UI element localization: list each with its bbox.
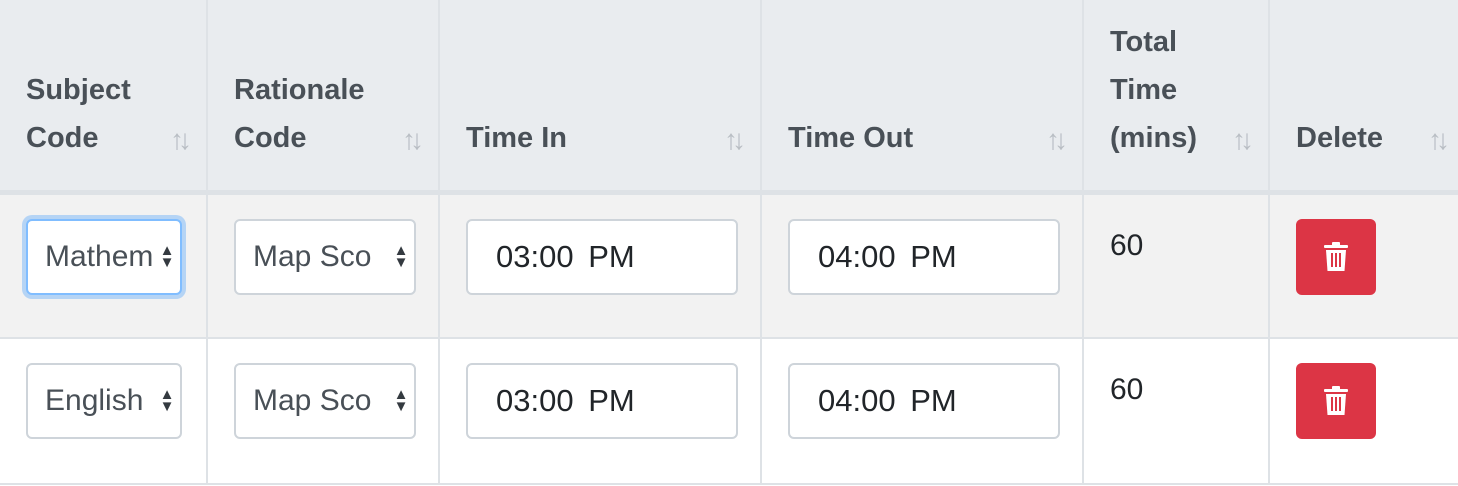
cell-time-in: 03:00 PM <box>439 192 762 339</box>
cell-total-time: 60 <box>1083 338 1270 485</box>
header-rationale-line1: Rationale <box>234 73 365 106</box>
delete-button[interactable] <box>1296 363 1376 439</box>
header-total-line2: Time <box>1110 73 1178 106</box>
header-time-out-label: Time Out <box>788 121 914 154</box>
trash-icon <box>1324 241 1348 271</box>
total-time-value: 60 <box>1110 228 1144 262</box>
rationale-code-value: Map Sco <box>253 384 372 417</box>
trash-icon <box>1324 386 1348 415</box>
subject-code-select[interactable]: Mathem ▲ ▼ <box>26 218 182 295</box>
table-header-row: Subject Code ↑↓ Rationale Code ↑↓ Time I… <box>0 0 1458 195</box>
rationale-code-value: Map Sco <box>253 239 372 273</box>
rationale-code-select[interactable]: Map Sco ▲ ▼ <box>234 218 416 295</box>
time-out-input[interactable]: 04:00 PM <box>788 218 1060 295</box>
delete-button[interactable] <box>1296 218 1376 295</box>
header-time-out[interactable]: Time Out ↑↓ <box>761 0 1084 195</box>
subject-code-select[interactable]: English ▲ ▼ <box>26 363 182 439</box>
sort-arrows-icon[interactable]: ↑↓ <box>724 125 746 154</box>
header-rationale-code[interactable]: Rationale Code ↑↓ <box>207 0 440 195</box>
cell-subject: Mathem ▲ ▼ <box>0 192 208 339</box>
cell-delete <box>1269 192 1458 339</box>
subject-code-value: Mathem <box>45 239 154 273</box>
time-entries-table: Subject Code ↑↓ Rationale Code ↑↓ Time I… <box>0 0 1458 485</box>
cell-time-out: 04:00 PM <box>761 338 1084 485</box>
sort-arrows-icon[interactable]: ↑↓ <box>1232 125 1254 154</box>
header-subject-line1: Subject <box>26 73 131 106</box>
time-in-input[interactable]: 03:00 PM <box>466 363 738 439</box>
sort-arrows-icon[interactable]: ↑↓ <box>402 125 424 154</box>
cell-rationale: Map Sco ▲ ▼ <box>207 192 440 339</box>
header-subject-line2: Code <box>26 121 99 154</box>
select-arrows-icon: ▲ ▼ <box>159 241 175 271</box>
sort-arrows-icon[interactable]: ↑↓ <box>1428 125 1450 154</box>
header-time-in-label: Time In <box>466 121 567 154</box>
time-in-input[interactable]: 03:00 PM <box>466 218 738 295</box>
cell-delete <box>1269 338 1458 485</box>
table-row: English ▲ ▼ Map Sco ▲ ▼ 03:00 PM 04:00 PM … <box>0 338 1458 485</box>
cell-rationale: Map Sco ▲ ▼ <box>207 338 440 485</box>
table-row: Mathem ▲ ▼ Map Sco ▲ ▼ 03:00 PM 04:00 PM 6… <box>0 192 1458 339</box>
header-total-line3: (mins) <box>1110 121 1197 154</box>
cell-total-time: 60 <box>1083 192 1270 339</box>
rationale-code-select[interactable]: Map Sco ▲ ▼ <box>234 363 416 439</box>
cell-time-out: 04:00 PM <box>761 192 1084 339</box>
subject-code-value: English <box>45 384 144 417</box>
header-total-line1: Total <box>1110 25 1178 58</box>
cell-time-in: 03:00 PM <box>439 338 762 485</box>
header-delete[interactable]: Delete ↑↓ <box>1269 0 1458 195</box>
sort-arrows-icon[interactable]: ↑↓ <box>1046 125 1068 154</box>
time-out-input[interactable]: 04:00 PM <box>788 363 1060 439</box>
header-rationale-line2: Code <box>234 121 307 154</box>
total-time-value: 60 <box>1110 373 1144 406</box>
select-arrows-icon: ▲ ▼ <box>159 386 175 415</box>
header-subject-code[interactable]: Subject Code ↑↓ <box>0 0 208 195</box>
sort-arrows-icon[interactable]: ↑↓ <box>170 125 192 154</box>
select-arrows-icon: ▲ ▼ <box>393 241 409 271</box>
cell-subject: English ▲ ▼ <box>0 338 208 485</box>
header-total-time[interactable]: Total Time (mins) ↑↓ <box>1083 0 1270 195</box>
header-time-in[interactable]: Time In ↑↓ <box>439 0 762 195</box>
select-arrows-icon: ▲ ▼ <box>393 386 409 415</box>
header-delete-label: Delete <box>1296 121 1384 154</box>
